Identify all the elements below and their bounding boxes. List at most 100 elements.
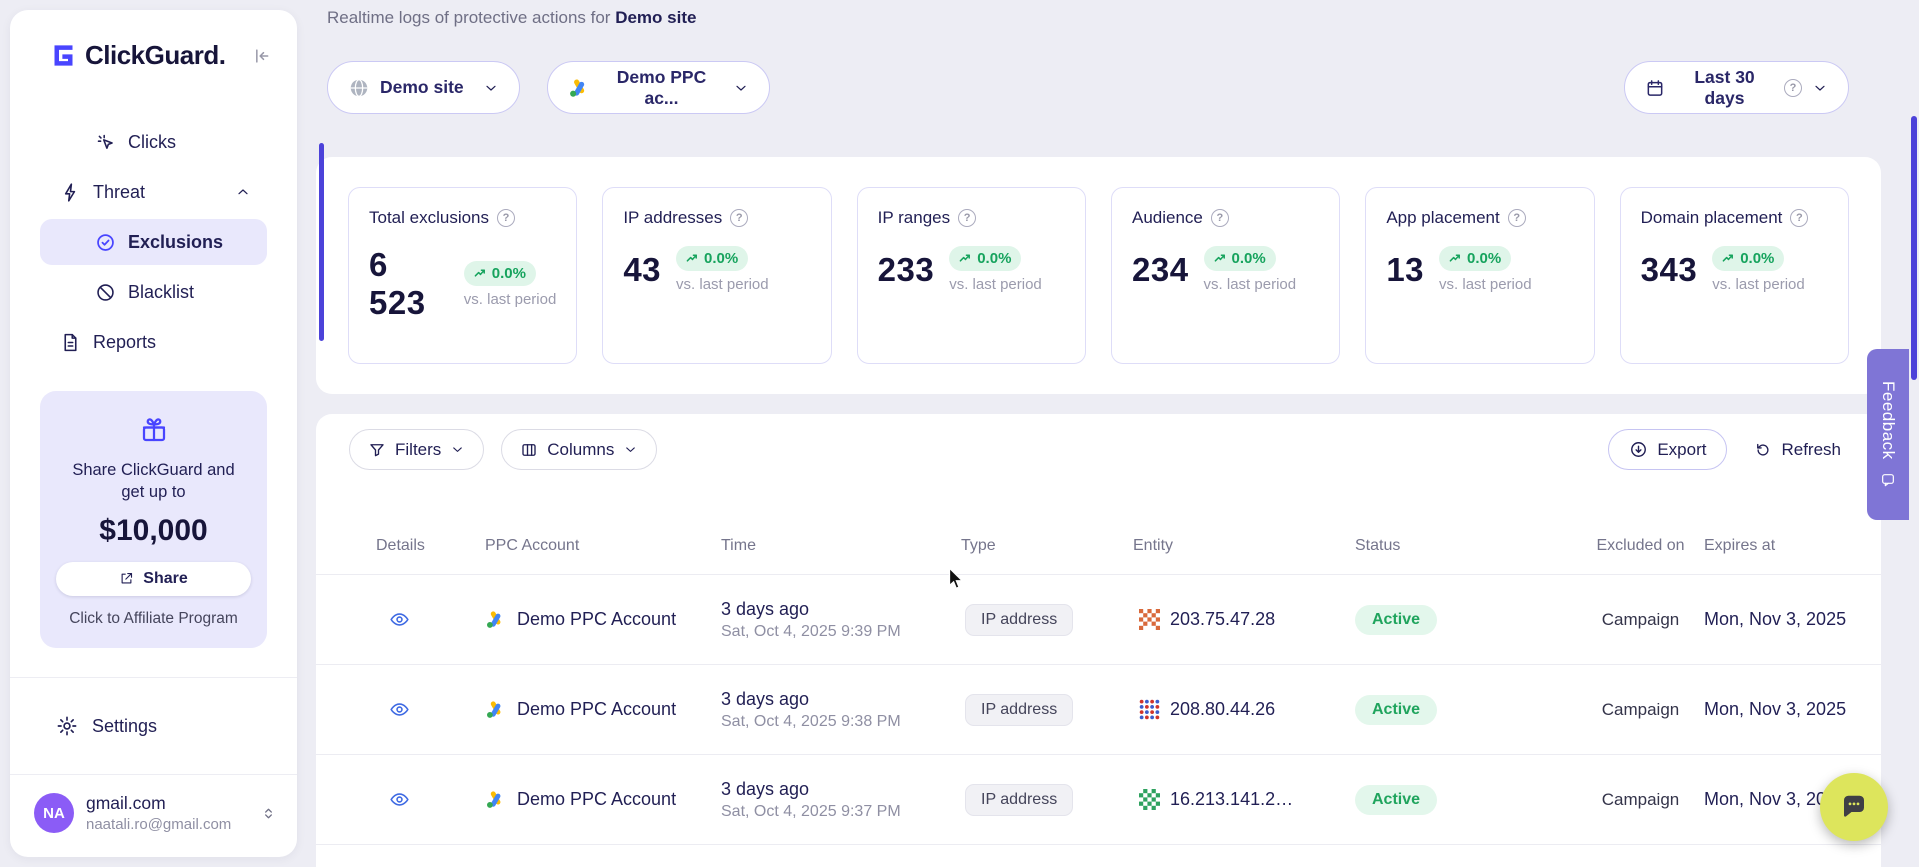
view-details-button[interactable] <box>376 789 410 810</box>
stat-delta: 0.0% <box>1232 250 1266 267</box>
chevron-down-icon <box>483 80 499 96</box>
chat-launcher-button[interactable] <box>1820 773 1888 841</box>
site-selector-label: Demo site <box>380 77 464 98</box>
entity-identicon <box>1139 609 1160 630</box>
sidebar-scrollbar[interactable] <box>319 143 324 341</box>
site-selector-dropdown[interactable]: Demo site <box>327 61 520 114</box>
columns-icon <box>520 441 538 459</box>
affiliate-program-link[interactable]: Click to Affiliate Program <box>56 610 251 628</box>
table-header-row: Details PPC Account Time Type Entity Sta… <box>316 517 1881 575</box>
help-icon[interactable]: ? <box>1784 79 1802 97</box>
help-icon[interactable]: ? <box>497 209 515 227</box>
help-icon[interactable]: ? <box>1790 209 1808 227</box>
sidebar-item-settings[interactable]: Settings <box>10 677 297 774</box>
chevron-up-down-icon <box>260 805 277 822</box>
nav-label: Clicks <box>128 132 176 153</box>
settings-label: Settings <box>92 716 157 737</box>
entity-value: 203.75.47.28 <box>1170 609 1275 630</box>
sidebar-item-blacklist[interactable]: Blacklist <box>40 269 267 315</box>
promo-text: Share ClickGuard and get up to <box>61 460 246 504</box>
entity-value: 16.213.141.2… <box>1170 789 1293 810</box>
page-scrollbar[interactable] <box>1911 116 1917 380</box>
stat-delta-note: vs. last period <box>1439 276 1532 293</box>
stat-value: 6 523 <box>369 246 449 322</box>
share-button-label: Share <box>143 570 187 588</box>
type-chip: IP address <box>965 694 1073 726</box>
globe-icon <box>348 77 370 99</box>
user-account[interactable]: NA gmail.com naatali.ro@gmail.com <box>10 774 297 857</box>
stat-tile-domain-placement: Domain placement? 343 0.0% vs. last peri… <box>1620 187 1849 364</box>
nav-label: Blacklist <box>128 282 194 303</box>
trending-up-icon <box>1214 252 1227 265</box>
share-button[interactable]: Share <box>56 562 251 596</box>
promo-amount: $10,000 <box>56 514 251 548</box>
stat-value: 13 <box>1386 251 1424 289</box>
chat-icon <box>1839 792 1869 822</box>
sidebar-item-exclusions[interactable]: Exclusions <box>40 219 267 265</box>
stat-delta: 0.0% <box>977 250 1011 267</box>
stat-label: App placement <box>1386 208 1499 228</box>
column-header-status: Status <box>1355 537 1577 555</box>
time-absolute: Sat, Oct 4, 2025 9:39 PM <box>721 623 961 641</box>
trending-up-icon <box>1449 252 1462 265</box>
column-header-ppc-account: PPC Account <box>485 537 721 555</box>
date-range-dropdown[interactable]: Last 30 days ? <box>1624 61 1849 114</box>
stat-delta: 0.0% <box>1467 250 1501 267</box>
entity-cell: 208.80.44.26 <box>1133 699 1355 720</box>
feedback-chat-icon <box>1880 472 1896 488</box>
ppc-account-selector-dropdown[interactable]: Demo PPC ac... <box>547 61 770 114</box>
sidebar-collapse-button[interactable] <box>251 46 271 66</box>
feedback-label: Feedback <box>1878 381 1898 460</box>
table-row: Demo PPC Account 3 days ago Sat, Oct 4, … <box>316 575 1881 665</box>
help-icon[interactable]: ? <box>730 209 748 227</box>
entity-cell: 16.213.141.2… <box>1133 789 1355 810</box>
time-absolute: Sat, Oct 4, 2025 9:37 PM <box>721 803 961 821</box>
lightning-bolt-icon <box>60 182 81 203</box>
trending-up-icon <box>474 267 487 280</box>
export-button-label: Export <box>1657 440 1706 460</box>
refresh-button[interactable]: Refresh <box>1744 429 1851 470</box>
google-ads-icon <box>485 699 506 720</box>
help-icon[interactable]: ? <box>958 209 976 227</box>
nav-label: Reports <box>93 332 156 353</box>
column-header-entity: Entity <box>1133 537 1355 555</box>
table-row: Demo PPC Account 3 days ago Sat, Oct 4, … <box>316 755 1881 845</box>
sidebar-item-reports[interactable]: Reports <box>40 319 267 365</box>
entity-identicon <box>1139 789 1160 810</box>
stat-label: Audience <box>1132 208 1203 228</box>
feedback-tab[interactable]: Feedback <box>1867 349 1909 520</box>
stat-delta: 0.0% <box>704 250 738 267</box>
export-button[interactable]: Export <box>1608 429 1727 470</box>
stat-label: IP addresses <box>623 208 722 228</box>
user-name: gmail.com <box>86 793 231 814</box>
sidebar-item-clicks[interactable]: Clicks <box>40 119 267 165</box>
help-icon[interactable]: ? <box>1211 209 1229 227</box>
nav-label: Exclusions <box>128 232 223 253</box>
excluded-on-cell: Campaign <box>1577 610 1704 630</box>
chevron-down-icon <box>733 80 749 96</box>
entity-identicon <box>1139 699 1160 720</box>
view-details-button[interactable] <box>376 609 410 630</box>
stat-tile-ip-addresses: IP addresses? 43 0.0% vs. last period <box>602 187 831 364</box>
stats-card: Total exclusions? 6 523 0.0% vs. last pe… <box>316 157 1881 394</box>
stat-tile-ip-ranges: IP ranges? 233 0.0% vs. last period <box>857 187 1086 364</box>
ppc-account-cell: Demo PPC Account <box>485 789 721 810</box>
stat-value: 233 <box>878 251 935 289</box>
stat-label: Domain placement <box>1641 208 1783 228</box>
columns-button-label: Columns <box>547 440 614 460</box>
stat-value: 43 <box>623 251 661 289</box>
column-header-expires-at: Expires at <box>1704 537 1851 555</box>
sidebar-item-threat[interactable]: Threat <box>40 169 267 215</box>
help-icon[interactable]: ? <box>1508 209 1526 227</box>
stat-tile-app-placement: App placement? 13 0.0% vs. last period <box>1365 187 1594 364</box>
filters-button[interactable]: Filters <box>349 429 484 470</box>
google-ads-icon <box>568 77 590 99</box>
gift-icon <box>139 415 169 445</box>
stat-label: IP ranges <box>878 208 950 228</box>
columns-button[interactable]: Columns <box>501 429 657 470</box>
stat-value: 234 <box>1132 251 1189 289</box>
sidebar-header: ClickGuard. <box>10 10 297 71</box>
column-header-details: Details <box>376 537 485 555</box>
view-details-button[interactable] <box>376 699 410 720</box>
stat-delta-note: vs. last period <box>1204 276 1297 293</box>
